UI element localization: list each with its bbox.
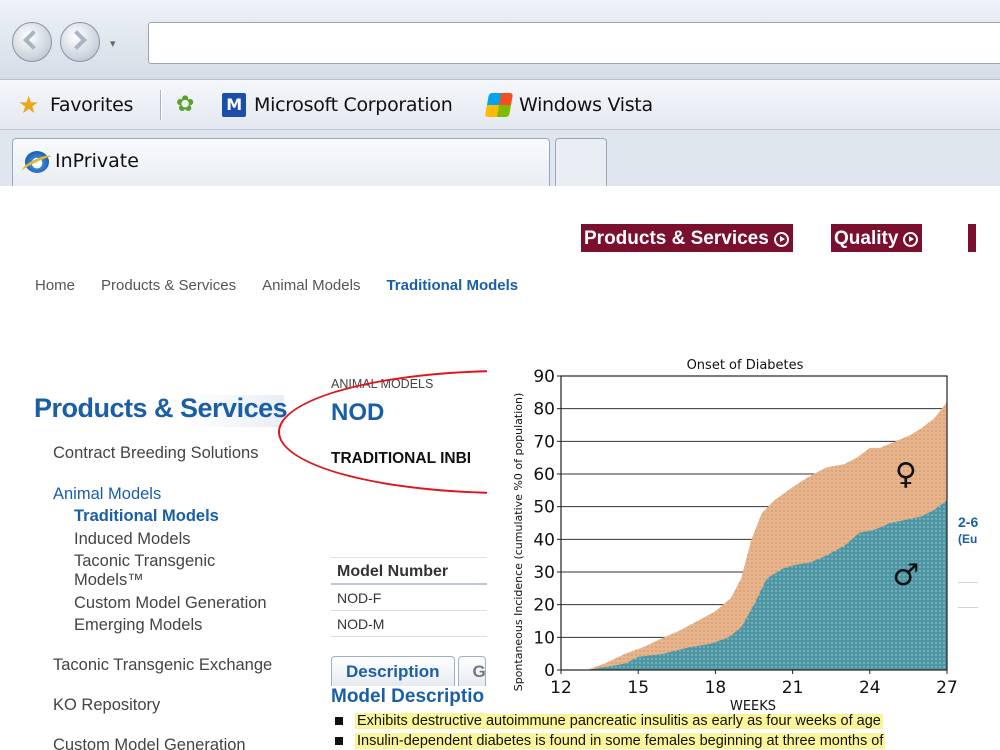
favorite-label: Microsoft Corporation	[254, 94, 453, 116]
plot-areas	[586, 402, 947, 670]
sidebar-item-animal-models[interactable]: Animal Models	[53, 485, 161, 504]
favorites-separator	[160, 90, 162, 120]
favorite-label: Windows Vista	[519, 94, 653, 116]
onset-of-diabetes-chart: Onset of Diabetes Spontaneous Incidence …	[487, 334, 957, 714]
sidebar-item-induced-models[interactable]: Induced Models	[74, 530, 191, 549]
bullet-text: Exhibits destructive autoimmune pancreat…	[355, 713, 883, 729]
x-tick-label: 18	[705, 678, 727, 698]
table-row[interactable]: NOD-M	[331, 611, 491, 637]
right-edge-divider	[958, 582, 978, 583]
sidebar-item-ko-repository[interactable]: KO Repository	[53, 696, 160, 715]
chart-svg: Onset of Diabetes Spontaneous Incidence …	[512, 358, 957, 714]
y-tick-label: 60	[533, 465, 555, 485]
y-tick-label: 90	[533, 367, 555, 387]
breadcrumb: Home Products & Services Animal Models T…	[35, 277, 544, 294]
x-tick-label: 21	[782, 678, 804, 698]
tab-description[interactable]: Description	[331, 656, 455, 686]
sidebar-item-traditional-models[interactable]: Traditional Models	[74, 507, 219, 526]
bullet-text: Insulin-dependent diabetes is found in s…	[355, 733, 886, 749]
sidebar-item-contract-breeding[interactable]: Contract Breeding Solutions	[53, 444, 258, 463]
add-favorites-bar-icon: ✿	[176, 92, 195, 117]
sidebar-title: Products & Services	[34, 393, 288, 423]
series-symbol-label: ♀	[895, 457, 917, 492]
star-icon: ★	[18, 91, 40, 119]
content-tabs: Description G	[331, 656, 489, 686]
list-item: Exhibits destructive autoimmune pancreat…	[335, 713, 883, 729]
tab-label: InPrivate	[55, 150, 139, 172]
x-axis-label: WEEKS	[730, 699, 776, 714]
new-tab-button[interactable]	[555, 138, 607, 186]
table-row[interactable]: NOD-F	[331, 585, 491, 611]
breadcrumb-traditional-models[interactable]: Traditional Models	[386, 277, 518, 294]
tab-genetics-partial[interactable]: G	[457, 656, 486, 686]
x-tick-label: 24	[859, 678, 881, 698]
y-tick-label: 40	[533, 530, 555, 550]
sidebar-item-taconic-transgenic-cont[interactable]: Models™	[74, 571, 144, 590]
y-tick-label: 70	[533, 432, 555, 452]
browser-tab-active[interactable]: InPrivate	[12, 138, 550, 186]
right-edge-divider	[958, 607, 978, 608]
sidebar-item-custom-model-generation-2[interactable]: Custom Model Generation	[53, 736, 246, 750]
favorites-button[interactable]: ★ Favorites	[18, 92, 133, 118]
chart-title: Onset of Diabetes	[687, 358, 804, 373]
favorites-label: Favorites	[50, 94, 134, 116]
model-number-table: Model Number NOD-F NOD-M	[331, 557, 491, 637]
back-arrow-icon	[23, 30, 43, 50]
forward-arrow-icon	[67, 30, 87, 50]
y-axis-label: Spontaneous Incidence (cumulative %0 of …	[512, 393, 525, 692]
topnav-label: Quality	[834, 228, 899, 249]
section-heading: Model Descriptio	[331, 686, 485, 707]
breadcrumb-home[interactable]: Home	[35, 277, 75, 294]
circle-arrow-icon	[773, 231, 789, 247]
internet-explorer-icon	[25, 151, 49, 173]
breadcrumb-products-services[interactable]: Products & Services	[101, 277, 236, 294]
topnav-label: Products & Services	[584, 228, 769, 249]
sidebar-item-custom-model-generation[interactable]: Custom Model Generation	[74, 594, 267, 613]
circle-arrow-icon	[903, 231, 919, 247]
y-tick-label: 10	[533, 628, 555, 648]
series-symbol-label: ♂	[892, 558, 919, 593]
topnav-products-services[interactable]: Products & Services	[581, 224, 793, 252]
table-header: Model Number	[331, 557, 491, 585]
bullet-icon	[335, 717, 343, 725]
address-bar[interactable]	[148, 22, 1000, 64]
windows-flag-icon	[484, 93, 514, 117]
y-tick-label: 80	[533, 400, 555, 420]
right-edge-value: (Eu	[958, 532, 978, 546]
sidebar-item-taconic-transgenic[interactable]: Taconic Transgenic	[74, 552, 215, 571]
sidebar-item-transgenic-exchange[interactable]: Taconic Transgenic Exchange	[53, 656, 272, 675]
topnav-item-cut-off[interactable]	[968, 224, 976, 252]
favorites-bar: ★ Favorites ✿ M Microsoft Corporation Wi…	[0, 80, 1000, 130]
favorite-link-microsoft[interactable]: M Microsoft Corporation	[222, 92, 453, 118]
sidebar-item-emerging-models[interactable]: Emerging Models	[74, 616, 202, 635]
right-edge-value: 2-6	[958, 514, 979, 530]
y-tick-label: 50	[533, 498, 555, 518]
add-to-favorites-bar-button[interactable]: ✿	[176, 92, 208, 118]
breadcrumb-animal-models[interactable]: Animal Models	[262, 277, 360, 294]
browser-chrome: ▾ ★ Favorites ✿ M Microsoft Corporation …	[0, 0, 1000, 186]
forward-button[interactable]	[60, 22, 100, 62]
back-button[interactable]	[12, 22, 52, 62]
navigation-bar: ▾	[0, 0, 1000, 80]
favorite-link-windows-vista[interactable]: Windows Vista	[484, 92, 653, 118]
x-tick-label: 27	[936, 678, 957, 698]
y-tick-label: 20	[533, 596, 555, 616]
recent-pages-dropdown-icon[interactable]: ▾	[110, 37, 116, 50]
microsoft-icon: M	[222, 93, 246, 117]
topnav-quality[interactable]: Quality	[831, 224, 923, 252]
tab-strip: InPrivate	[0, 130, 1000, 186]
bullet-icon	[335, 737, 343, 745]
y-tick-label: 30	[533, 563, 555, 583]
x-tick-label: 15	[627, 678, 649, 698]
x-tick-label: 12	[550, 678, 572, 698]
list-item: Insulin-dependent diabetes is found in s…	[335, 733, 886, 749]
